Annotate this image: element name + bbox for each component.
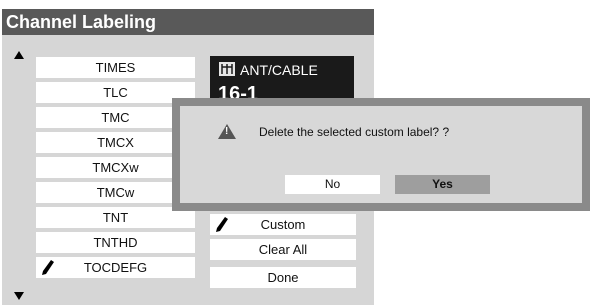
scroll-down-arrow-icon[interactable]: [14, 292, 24, 300]
list-item[interactable]: TIMES: [36, 57, 195, 78]
warning-icon-mark: !: [225, 126, 229, 137]
pencil-icon: [42, 260, 54, 275]
custom-button-label: Custom: [260, 217, 306, 232]
pencil-icon: [216, 217, 228, 232]
dialog-message: Delete the selected custom label? ?: [259, 125, 450, 139]
list-item-label: TNTHD: [93, 235, 138, 250]
list-item-label: TOCDEFG: [83, 260, 148, 275]
yes-button[interactable]: Yes: [395, 175, 490, 194]
no-button[interactable]: No: [285, 175, 380, 194]
done-button-label: Done: [267, 270, 299, 285]
screen-title: Channel Labeling: [2, 9, 374, 35]
source-label: ANT/CABLE: [240, 62, 318, 78]
list-item-label: TMC: [101, 110, 130, 125]
list-item-label: TMCw: [96, 185, 135, 200]
list-item-label: TIMES: [95, 60, 136, 75]
list-item-label: TLC: [103, 85, 128, 100]
antenna-icon: [219, 62, 235, 76]
list-item-label: TMCX: [97, 135, 134, 150]
scroll-up-arrow-icon[interactable]: [14, 51, 24, 59]
list-item[interactable]: TOCDEFG: [36, 257, 195, 278]
custom-button[interactable]: Custom: [210, 214, 356, 235]
dialog-body: ! Delete the selected custom label? ? No…: [180, 106, 582, 203]
done-button[interactable]: Done: [210, 267, 356, 288]
clear-all-button[interactable]: Clear All: [210, 239, 356, 260]
clear-all-button-label: Clear All: [258, 242, 308, 257]
delete-confirm-dialog: ! Delete the selected custom label? ? No…: [172, 98, 590, 211]
list-item-label: TNT: [102, 210, 129, 225]
list-item[interactable]: TNTHD: [36, 232, 195, 253]
list-item-label: TMCXw: [92, 160, 139, 175]
